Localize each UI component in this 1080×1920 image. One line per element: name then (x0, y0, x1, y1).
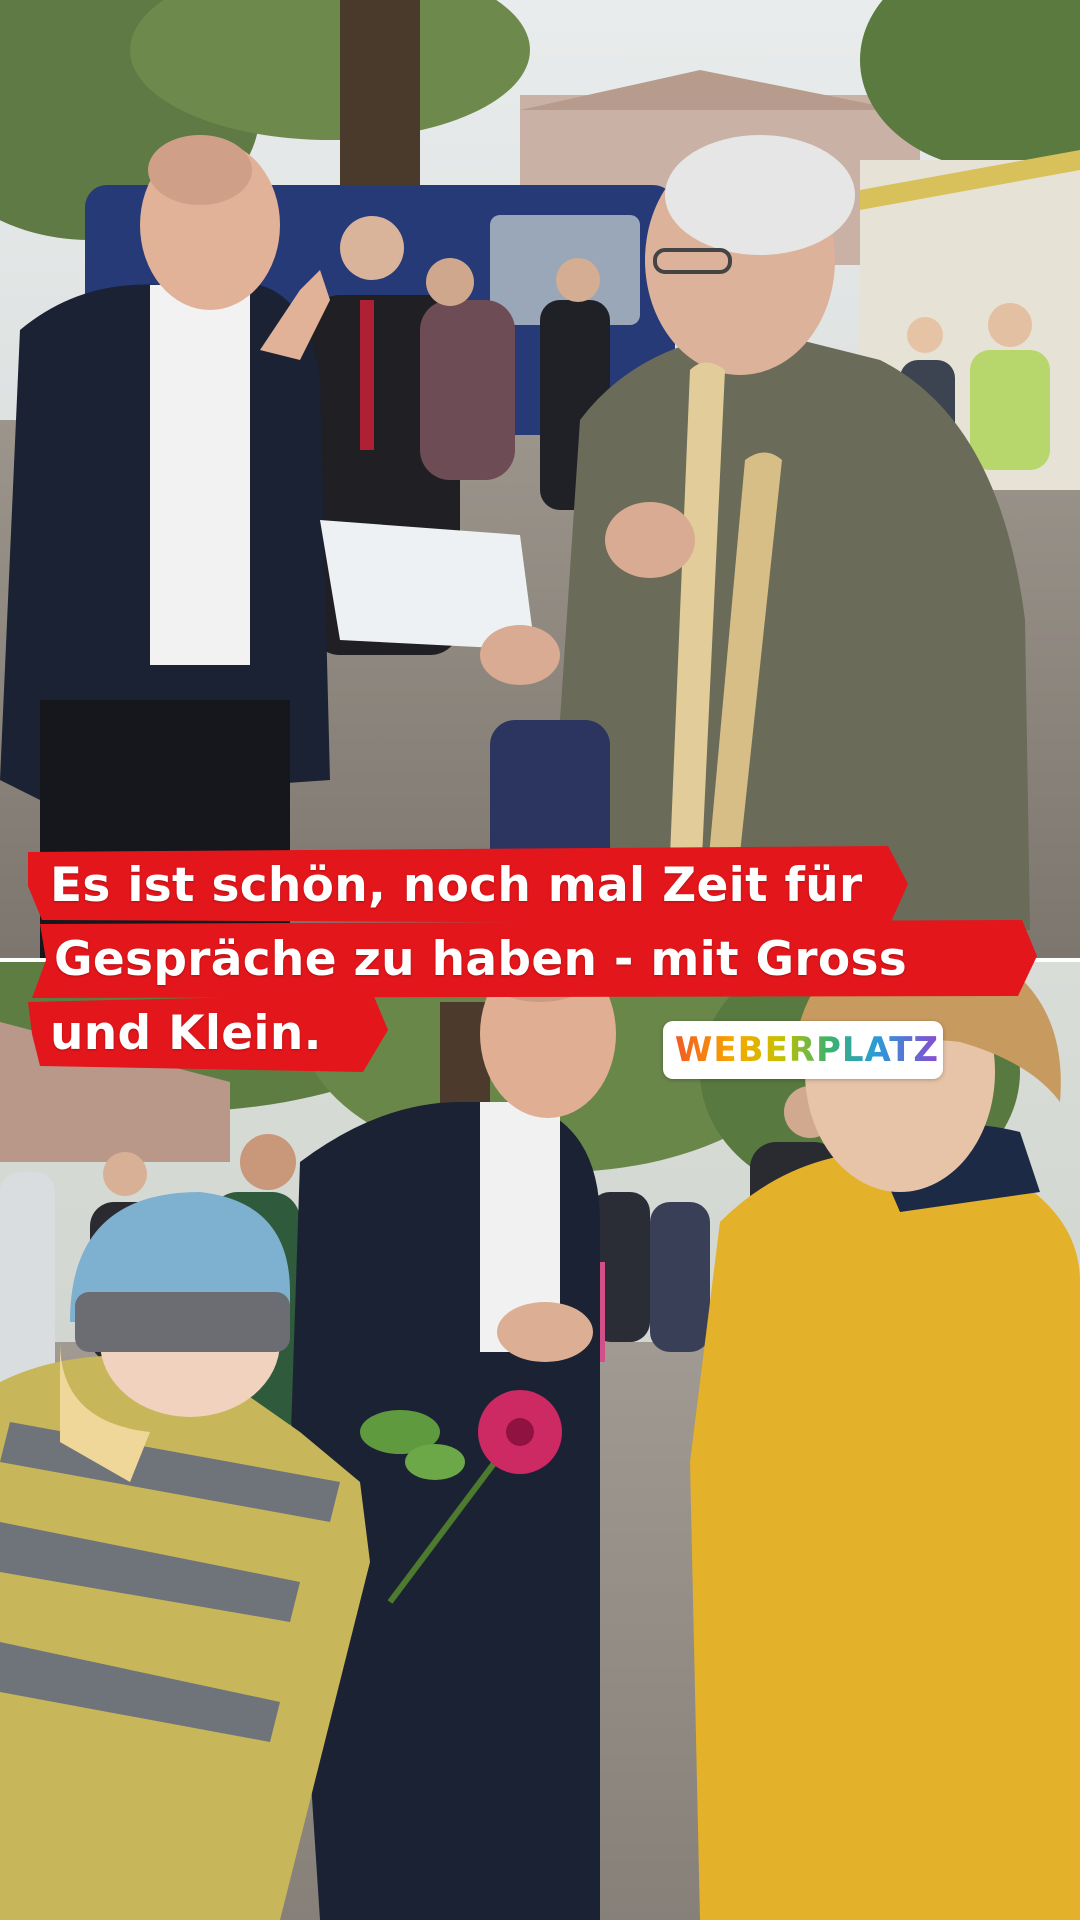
top-photo (0, 0, 1080, 958)
location-sticker[interactable]: WEBERPLATZ (663, 1021, 943, 1079)
bottom-photo (0, 962, 1080, 1920)
location-label: WEBERPLATZ (674, 1030, 940, 1070)
